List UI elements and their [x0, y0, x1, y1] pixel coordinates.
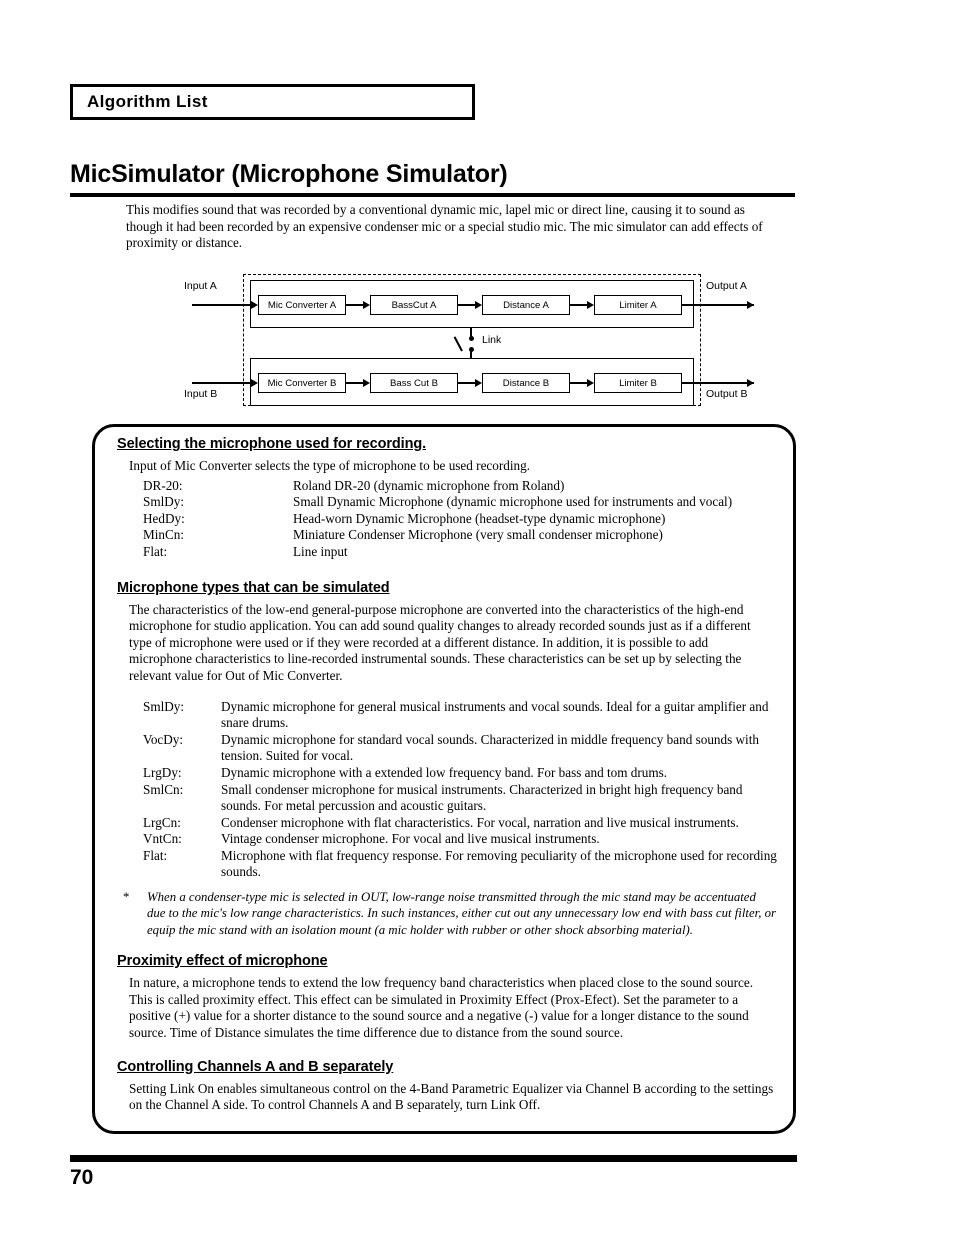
- arrow-input-a: [251, 300, 258, 309]
- section-heading-selecting: Selecting the microphone used for record…: [117, 436, 427, 452]
- list-item: VocDy: Dynamic microphone for standard v…: [117, 732, 777, 765]
- link-control-paragraph: Setting Link On enables simultaneous con…: [129, 1080, 774, 1113]
- wire-input-a: [192, 304, 254, 306]
- signal-flow-diagram: Mic Converter A BassCut A Distance A Lim…: [182, 272, 762, 408]
- mic-types-footnote: * When a condenser-type mic is selected …: [117, 889, 777, 938]
- arrow-b-2-3: [475, 378, 482, 387]
- list-item: DR-20: Roland DR-20 (dynamic microphone …: [117, 478, 777, 495]
- arrow-a-1-2: [363, 300, 370, 309]
- term: Flat:: [143, 847, 168, 863]
- block-distance-a: Distance A: [482, 295, 570, 315]
- arrow-a-2-3: [475, 300, 482, 309]
- label-output-b: Output B: [706, 388, 748, 400]
- list-item: SmlDy: Dynamic microphone for general mu…: [117, 699, 777, 732]
- description: Small Dynamic Microphone (dynamic microp…: [293, 494, 733, 510]
- term: SmlDy:: [143, 494, 185, 510]
- block-bass-cut-a: BassCut A: [370, 295, 458, 315]
- mic-types-paragraph: The characteristics of the low-end gener…: [129, 601, 751, 683]
- footnote-text: When a condenser-type mic is selected in…: [147, 890, 776, 937]
- term: LrgCn:: [143, 814, 181, 830]
- section-heading-link-control: Controlling Channels A and B separately: [117, 1058, 394, 1075]
- list-item: LrgCn: Condenser microphone with flat ch…: [117, 815, 777, 832]
- footnote-marker: *: [123, 890, 130, 905]
- chapter-title: Algorithm List: [87, 92, 208, 111]
- term: VocDy:: [143, 731, 184, 747]
- list-item: Flat: Microphone with flat frequency res…: [117, 848, 777, 881]
- explanation-panel-content: Selecting the microphone used for record…: [117, 436, 777, 1116]
- section-heading-proximity: Proximity effect of microphone: [117, 953, 328, 970]
- mic-input-type-list: DR-20: Roland DR-20 (dynamic microphone …: [117, 478, 777, 561]
- mic-type-description-list: SmlDy: Dynamic microphone for general mu…: [117, 699, 777, 882]
- term: SmlDy:: [143, 698, 185, 714]
- page-title: MicSimulator (Microphone Simulator): [70, 160, 508, 188]
- wire-input-b: [192, 382, 254, 384]
- wire-output-a: [682, 304, 754, 306]
- description: Line input: [293, 543, 348, 559]
- label-input-b: Input B: [184, 388, 218, 400]
- list-item: SmlDy: Small Dynamic Microphone (dynamic…: [117, 494, 777, 511]
- term: MinCn:: [143, 527, 185, 543]
- section-heading-mic-types: Microphone types that can be simulated: [117, 579, 390, 596]
- description: Miniature Condenser Microphone (very sma…: [293, 527, 663, 543]
- arrow-a-3-4: [587, 300, 594, 309]
- list-item: VntCn: Vintage condenser microphone. For…: [117, 831, 777, 848]
- term: DR-20:: [143, 477, 183, 493]
- list-item: Flat: Line input: [117, 544, 777, 561]
- block-distance-b: Distance B: [482, 373, 570, 393]
- arrow-output-a: [747, 300, 754, 309]
- list-item: SmlCn: Small condenser microphone for mu…: [117, 782, 777, 815]
- description: Vintage condenser microphone. For vocal …: [221, 831, 600, 847]
- link-label: Link: [482, 334, 502, 346]
- block-mic-converter-b: Mic Converter B: [258, 373, 346, 393]
- description: Dynamic microphone for general musical i…: [221, 698, 769, 731]
- description: Microphone with flat frequency response.…: [221, 847, 777, 880]
- block-mic-converter-a: Mic Converter A: [258, 295, 346, 315]
- wire-output-b: [682, 382, 754, 384]
- term: SmlCn:: [143, 781, 184, 797]
- proximity-paragraph: In nature, a microphone tends to extend …: [129, 975, 753, 1041]
- description: Roland DR-20 (dynamic microphone from Ro…: [293, 477, 565, 493]
- term: HedDy:: [143, 510, 185, 526]
- link-wire-bottom: [470, 350, 472, 359]
- description: Head-worn Dynamic Microphone (headset-ty…: [293, 510, 666, 526]
- selecting-intro: Input of Mic Converter selects the type …: [129, 458, 531, 473]
- label-output-a: Output A: [706, 280, 747, 292]
- manual-page: Algorithm List MicSimulator (Microphone …: [0, 0, 954, 1241]
- description: Small condenser microphone for musical i…: [221, 781, 743, 814]
- page-number: 70: [70, 1166, 94, 1189]
- arrow-b-3-4: [587, 378, 594, 387]
- block-bass-cut-b: Bass Cut B: [370, 373, 458, 393]
- link-terminal-top-icon: [468, 336, 474, 341]
- intro-paragraph: This modifies sound that was recorded by…: [126, 202, 763, 250]
- description: Dynamic microphone with a extended low f…: [221, 764, 668, 780]
- chapter-header-box: Algorithm List: [70, 84, 475, 120]
- description: Dynamic microphone for standard vocal so…: [221, 731, 759, 764]
- list-item: LrgDy: Dynamic microphone with a extende…: [117, 765, 777, 782]
- arrow-input-b: [251, 378, 258, 387]
- term: Flat:: [143, 543, 168, 559]
- label-input-a: Input A: [184, 280, 217, 292]
- block-limiter-a: Limiter A: [594, 295, 682, 315]
- footer-rule: [70, 1155, 797, 1162]
- term: VntCn:: [143, 831, 182, 847]
- list-item: HedDy: Head-worn Dynamic Microphone (hea…: [117, 511, 777, 528]
- title-rule: [70, 193, 795, 197]
- arrow-b-1-2: [363, 378, 370, 387]
- description: Condenser microphone with flat character…: [221, 814, 739, 830]
- arrow-output-b: [747, 378, 754, 387]
- list-item: MinCn: Miniature Condenser Microphone (v…: [117, 527, 777, 544]
- term: LrgDy:: [143, 764, 182, 780]
- block-limiter-b: Limiter B: [594, 373, 682, 393]
